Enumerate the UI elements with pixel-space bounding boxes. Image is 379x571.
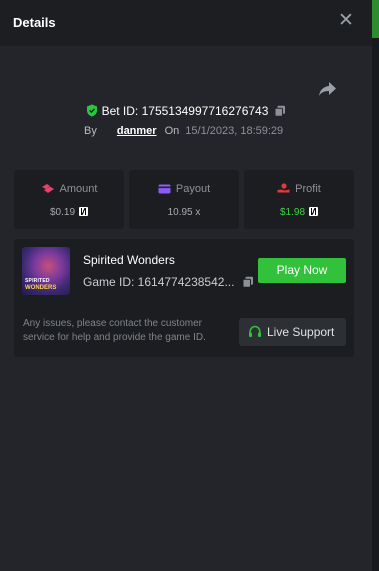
details-header: Details ✕ <box>0 0 372 46</box>
stat-profit-label: Profit <box>295 183 321 195</box>
bet-id-line: Bet ID: 1755134997716276743 <box>0 104 372 120</box>
stat-payout-label: Payout <box>175 183 211 195</box>
stat-payout-value: 10.95 x <box>167 207 201 218</box>
scrollbar-track[interactable] <box>372 38 379 571</box>
shield-check-icon <box>86 104 98 120</box>
currency-n-icon <box>309 207 319 216</box>
stat-profit: Profit $1.98 <box>244 170 354 229</box>
stat-amount-label: Amount <box>59 183 98 195</box>
help-text: Any issues, please contact the customer … <box>23 318 206 343</box>
play-now-button[interactable]: Play Now <box>258 258 346 283</box>
share-icon[interactable] <box>318 80 338 98</box>
copy-game-id-icon[interactable] <box>242 276 254 291</box>
panel-title: Details <box>13 15 56 30</box>
bet-id: Bet ID: 1755134997716276743 <box>101 104 269 118</box>
stat-amount: Amount $0.19 <box>14 170 124 229</box>
on-label: On <box>164 125 180 137</box>
by-label: By <box>84 125 97 137</box>
thumbnail-text: SPIRITED <box>25 278 50 284</box>
bet-user-link[interactable]: danmer <box>117 125 157 137</box>
headset-icon <box>249 325 261 337</box>
card-icon <box>158 184 171 194</box>
live-support-button[interactable]: Live Support <box>239 318 346 346</box>
game-name: Spirited Wonders <box>83 253 175 267</box>
stat-amount-value: $0.19 <box>49 207 76 218</box>
hand-coin-icon <box>277 183 290 193</box>
bet-datetime: 15/1/2023, 18:59:29 <box>185 125 284 137</box>
game-card: SPIRITED WONDERS Spirited Wonders Game I… <box>14 239 354 357</box>
bet-byline: By danmer On 15/1/2023, 18:59:29 <box>84 125 283 137</box>
stat-payout: Payout 10.95 x <box>129 170 239 229</box>
currency-n-icon <box>79 207 89 216</box>
coins-icon <box>41 184 54 193</box>
scrollbar-accent <box>372 0 379 38</box>
stat-profit-value: $1.98 <box>279 207 306 218</box>
thumbnail-text: WONDERS <box>25 285 57 291</box>
game-id: Game ID: 1614774238542... <box>83 275 235 289</box>
game-id-line: Game ID: 1614774238542... <box>83 275 254 291</box>
game-thumbnail[interactable]: SPIRITED WONDERS <box>22 247 70 295</box>
live-support-label: Live Support <box>267 325 335 339</box>
close-icon[interactable]: ✕ <box>337 11 355 30</box>
copy-bet-id-icon[interactable] <box>274 105 286 120</box>
